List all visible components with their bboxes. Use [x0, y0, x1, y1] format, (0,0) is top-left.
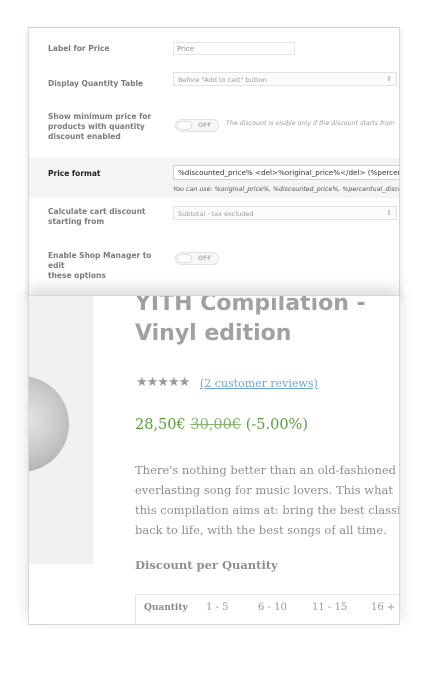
setting-label-line: starting from [48, 217, 105, 226]
description-line: this compilation aims at: bring the best… [135, 503, 400, 517]
setting-label: Enable Shop Manager to edit these option… [48, 251, 160, 281]
vinyl-disc-image [29, 376, 69, 472]
quantity-discount-table: Quantity 1 - 5 6 - 10 11 - 15 16 + [135, 594, 399, 624]
toggle-state: OFF [198, 255, 212, 262]
quantity-range-cell: 1 - 5 [206, 602, 229, 613]
customer-reviews-link[interactable]: (2 customer reviews) [200, 377, 318, 390]
toggle-knob [177, 121, 192, 130]
settings-panel: Label for Price Price Display Quantity T… [28, 27, 400, 297]
setting-label-for-price: Label for Price Price [29, 28, 399, 62]
product-title-line: Vinyl edition [135, 321, 292, 346]
price-format-input[interactable]: %discounted_price% <del>%original_price%… [173, 165, 399, 180]
select-caret-icon: ⇕ [386, 209, 392, 217]
minimum-price-hint: The discount is visible only if the disc… [226, 120, 395, 127]
quantity-range-cell: 6 - 10 [258, 602, 287, 613]
setting-label-line: discount enabled [48, 132, 121, 141]
description-line: back to life, with the best songs of all… [135, 523, 387, 537]
setting-price-format: Price format %discounted_price% <del>%or… [29, 158, 400, 198]
quantity-range-cell: 11 - 15 [312, 602, 348, 613]
setting-label-line: Calculate cart discount [48, 207, 146, 216]
product-description: There's nothing better than an old-fashi… [135, 460, 400, 540]
select-caret-icon: ⇕ [386, 75, 392, 83]
setting-calculate-cart-discount: Calculate cart discount starting from Su… [29, 198, 399, 242]
discount-per-quantity-title: Discount per Quantity [135, 558, 278, 572]
product-title-line: YITH Compilation - [135, 295, 366, 316]
setting-show-minimum-price: Show minimum price for products with qua… [29, 102, 399, 158]
price-format-hint: You can use: %original_price%, %discount… [173, 186, 400, 193]
setting-label: Price format [48, 169, 101, 178]
quantity-header: Quantity [144, 603, 188, 613]
original-price: 30,00€ [190, 417, 242, 433]
setting-display-quantity-table: Display Quantity Table Before "Add to ca… [29, 62, 399, 102]
description-line: everlasting song for music lovers. This … [135, 483, 393, 497]
toggle-knob [177, 254, 192, 263]
setting-label: Display Quantity Table [48, 79, 144, 88]
label-for-price-input[interactable]: Price [173, 42, 295, 55]
show-minimum-price-toggle[interactable]: OFF [175, 119, 219, 132]
quantity-range-cell: 16 + [371, 602, 396, 613]
setting-label-line: products with quantity [48, 122, 145, 131]
select-value: Before "Add to cart" button [178, 76, 267, 84]
product-panel: YITH Compilation - Vinyl edition ★★★★★ (… [28, 295, 400, 625]
enable-shop-manager-toggle[interactable]: OFF [175, 252, 219, 265]
display-quantity-table-select[interactable]: Before "Add to cart" button ⇕ [173, 72, 397, 86]
setting-label-line: these options [48, 271, 106, 280]
product-image[interactable] [29, 296, 93, 564]
rating-stars-icon: ★★★★★ [136, 375, 190, 390]
product-title: YITH Compilation - Vinyl edition [135, 295, 399, 349]
setting-label-line: Show minimum price for [48, 112, 152, 121]
setting-label: Show minimum price for products with qua… [48, 112, 160, 142]
calculate-cart-discount-select[interactable]: Subtotal - tax excluded ⇕ [173, 206, 397, 220]
percentual-discount: (-5.00%) [245, 417, 308, 433]
setting-label: Calculate cart discount starting from [48, 207, 160, 227]
toggle-state: OFF [198, 122, 212, 129]
setting-label: Label for Price [48, 44, 110, 53]
description-line: There's nothing better than an old-fashi… [135, 463, 397, 477]
product-price: 28,50€ 30,00€ (-5.00%) [135, 416, 308, 434]
setting-label-line: Enable Shop Manager to edit [48, 251, 152, 270]
setting-enable-shop-manager: Enable Shop Manager to edit these option… [29, 242, 399, 296]
select-value: Subtotal - tax excluded [178, 210, 254, 218]
discounted-price: 28,50€ [135, 417, 186, 433]
